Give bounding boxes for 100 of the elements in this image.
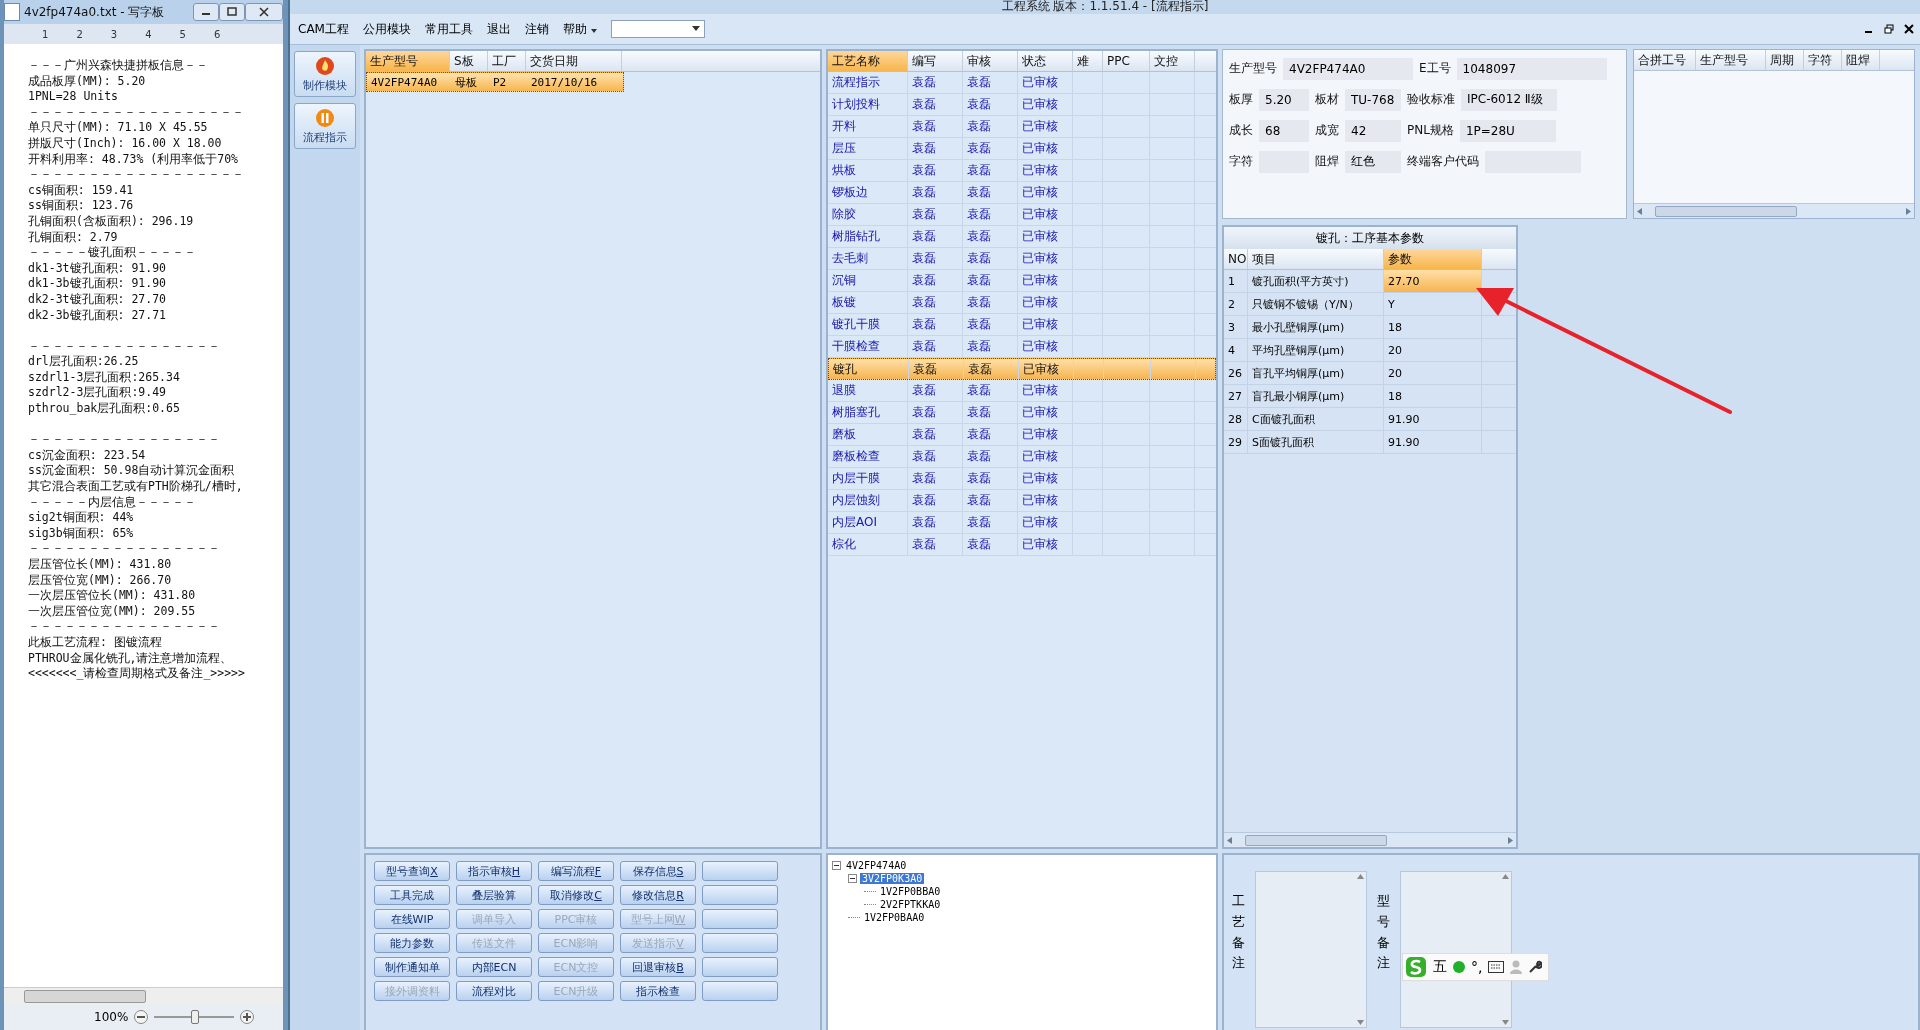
- input-field[interactable]: 1048097: [1456, 57, 1607, 80]
- column-header[interactable]: S板: [450, 51, 488, 71]
- menu-item[interactable]: 公用模块: [362, 20, 411, 38]
- table-row[interactable]: 1 镀孔面积(平方英寸) 27.70: [1224, 270, 1516, 293]
- minimize-button[interactable]: [193, 3, 219, 21]
- column-header[interactable]: 生产型号: [1696, 50, 1766, 70]
- horizontal-scrollbar[interactable]: [1634, 203, 1914, 218]
- up-arrow-icon[interactable]: [1502, 874, 1509, 879]
- menu-item[interactable]: 常用工具: [424, 20, 473, 38]
- horizontal-scrollbar[interactable]: [4, 987, 283, 1004]
- column-header[interactable]: 生产型号: [366, 51, 450, 71]
- table-row[interactable]: 板镀 袁磊 袁磊 已审核: [828, 292, 1216, 314]
- input-mode[interactable]: 五: [1433, 958, 1447, 976]
- column-header[interactable]: 难: [1073, 51, 1103, 71]
- table-row[interactable]: 镀孔 袁磊 袁磊 已审核: [828, 358, 1216, 380]
- input-field[interactable]: 5.20: [1259, 88, 1309, 111]
- column-header[interactable]: 参数: [1384, 249, 1482, 269]
- column-header[interactable]: 编写: [908, 51, 963, 71]
- command-button[interactable]: 在线WIP: [374, 909, 450, 929]
- blank-button[interactable]: [702, 981, 778, 1001]
- column-header[interactable]: 合拼工号: [1634, 50, 1696, 70]
- command-button[interactable]: 保存信息S: [620, 861, 696, 881]
- restore-icon[interactable]: [1884, 24, 1894, 34]
- user-icon[interactable]: [1510, 960, 1523, 974]
- tree-item[interactable]: 1V2FP0BAA0: [862, 912, 927, 923]
- notes-field[interactable]: [1255, 871, 1367, 1028]
- table-row[interactable]: 27 盲孔最小铜厚(μm) 18: [1224, 385, 1516, 408]
- keyboard-icon[interactable]: [1488, 961, 1505, 973]
- status-dot-icon[interactable]: [1453, 961, 1465, 973]
- tree-item[interactable]: 3V2FP0K3A0: [860, 873, 925, 884]
- column-header[interactable]: 审核: [963, 51, 1018, 71]
- dropdown-field[interactable]: [610, 20, 705, 38]
- horizontal-scrollbar[interactable]: [1224, 832, 1516, 847]
- command-button[interactable]: 叠层验算: [456, 885, 532, 905]
- table-row[interactable]: 29 S面镀孔面积 91.90: [1224, 431, 1516, 454]
- left-arrow-icon[interactable]: [1637, 207, 1642, 215]
- table-row[interactable]: 磨板 袁磊 袁磊 已审核: [828, 424, 1216, 446]
- table-row[interactable]: 计划投料 袁磊 袁磊 已审核: [828, 94, 1216, 116]
- collapse-icon[interactable]: [832, 861, 841, 870]
- tree-item[interactable]: 2V2FPTKKA0: [878, 899, 943, 910]
- table-row[interactable]: 沉铜 袁磊 袁磊 已审核: [828, 270, 1216, 292]
- nav-button[interactable]: 制作模块: [294, 51, 356, 97]
- column-header[interactable]: PPC: [1103, 51, 1150, 71]
- command-button[interactable]: 指示审核H: [456, 861, 532, 881]
- column-header[interactable]: NO: [1224, 249, 1248, 269]
- table-row[interactable]: 内层蚀刻 袁磊 袁磊 已审核: [828, 490, 1216, 512]
- down-arrow-icon[interactable]: [1357, 1020, 1364, 1025]
- blank-button[interactable]: [702, 885, 778, 905]
- maximize-button[interactable]: [219, 3, 245, 21]
- command-button[interactable]: 能力参数: [374, 933, 450, 953]
- tree-item[interactable]: 1V2FP0BBA0: [878, 886, 943, 897]
- collapse-icon[interactable]: [848, 874, 857, 883]
- table-row[interactable]: 磨板检查 袁磊 袁磊 已审核: [828, 446, 1216, 468]
- input-field[interactable]: 红色: [1345, 150, 1401, 173]
- table-row[interactable]: 锣板边 袁磊 袁磊 已审核: [828, 182, 1216, 204]
- input-field[interactable]: 42: [1345, 119, 1401, 142]
- column-header[interactable]: 文控: [1150, 51, 1195, 71]
- menu-item[interactable]: 退出: [486, 20, 511, 38]
- right-arrow-icon[interactable]: [1906, 207, 1911, 215]
- column-header[interactable]: 交货日期: [526, 51, 622, 71]
- wrench-icon[interactable]: [1528, 960, 1543, 974]
- right-arrow-icon[interactable]: [1508, 836, 1513, 844]
- close-icon[interactable]: [1904, 24, 1914, 34]
- column-header[interactable]: 字符: [1804, 50, 1842, 70]
- tree-item[interactable]: 4V2FP474A0: [844, 860, 909, 871]
- table-row[interactable]: 3 最小孔壁铜厚(μm) 18: [1224, 316, 1516, 339]
- command-button[interactable]: 指示检查: [620, 981, 696, 1001]
- column-header[interactable]: 周期: [1766, 50, 1804, 70]
- table-row[interactable]: 树脂钻孔 袁磊 袁磊 已审核: [828, 226, 1216, 248]
- command-button[interactable]: 回退审核B: [620, 957, 696, 977]
- left-arrow-icon[interactable]: [1227, 836, 1232, 844]
- column-header[interactable]: 工厂: [488, 51, 526, 71]
- command-button[interactable]: 内部ECN: [456, 957, 532, 977]
- table-row[interactable]: 烘板 袁磊 袁磊 已审核: [828, 160, 1216, 182]
- table-row[interactable]: 去毛刺 袁磊 袁磊 已审核: [828, 248, 1216, 270]
- command-button[interactable]: 型号查询X: [374, 861, 450, 881]
- input-field[interactable]: 68: [1259, 119, 1309, 142]
- column-header[interactable]: 状态: [1018, 51, 1073, 71]
- table-row[interactable]: 流程指示 袁磊 袁磊 已审核: [828, 72, 1216, 94]
- table-row[interactable]: 退膜 袁磊 袁磊 已审核: [828, 380, 1216, 402]
- input-field[interactable]: TU-768: [1345, 88, 1401, 111]
- column-header[interactable]: 工艺名称: [828, 51, 908, 71]
- table-row[interactable]: 棕化 袁磊 袁磊 已审核: [828, 534, 1216, 556]
- punctuation-mode[interactable]: °,: [1471, 959, 1483, 975]
- command-button[interactable]: 制作通知单: [374, 957, 450, 977]
- table-row[interactable]: 层压 袁磊 袁磊 已审核: [828, 138, 1216, 160]
- ime-logo-icon[interactable]: [1405, 956, 1427, 978]
- command-button[interactable]: 取消修改C: [538, 885, 614, 905]
- command-button[interactable]: 流程对比: [456, 981, 532, 1001]
- zoom-in-button[interactable]: [240, 1010, 255, 1024]
- table-row[interactable]: 28 C面镀孔面积 91.90: [1224, 408, 1516, 431]
- table-row[interactable]: 开料 袁磊 袁磊 已审核: [828, 116, 1216, 138]
- input-field[interactable]: 4V2FP474A0: [1283, 57, 1413, 80]
- zoom-out-button[interactable]: [134, 1010, 149, 1024]
- down-arrow-icon[interactable]: [1502, 1020, 1509, 1025]
- blank-button[interactable]: [702, 957, 778, 977]
- table-row[interactable]: 内层AOI 袁磊 袁磊 已审核: [828, 512, 1216, 534]
- table-row[interactable]: 4 平均孔壁铜厚(μm) 20: [1224, 339, 1516, 362]
- table-row[interactable]: 树脂塞孔 袁磊 袁磊 已审核: [828, 402, 1216, 424]
- up-arrow-icon[interactable]: [1357, 874, 1364, 879]
